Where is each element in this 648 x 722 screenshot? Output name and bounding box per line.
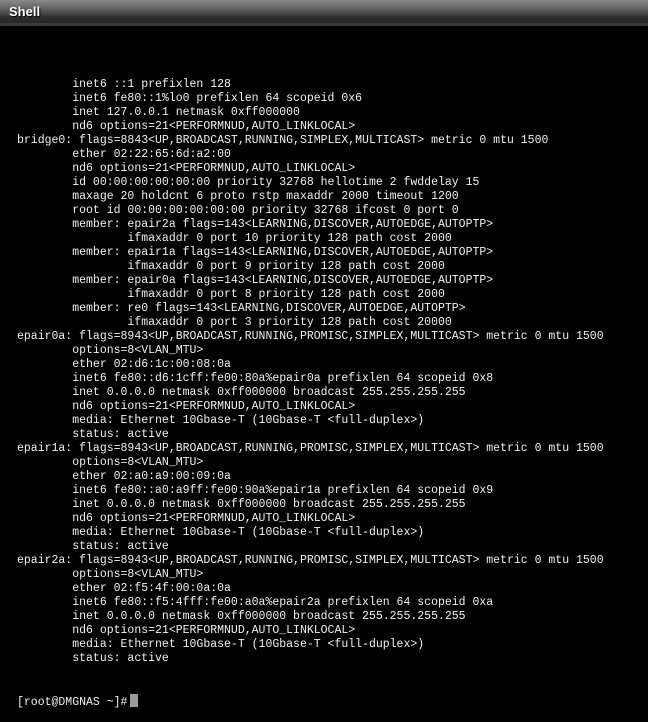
- terminal-line: inet6 fe80::a0:a9ff:fe00:90a%epair1a pre…: [17, 484, 494, 497]
- window-title: Shell: [9, 4, 41, 19]
- terminal-line: id 00:00:00:00:00:00 priority 32768 hell…: [17, 176, 480, 189]
- terminal-line: inet 0.0.0.0 netmask 0xff000000 broadcas…: [17, 386, 466, 399]
- terminal-line: nd6 options=21<PERFORMNUD,AUTO_LINKLOCAL…: [17, 162, 356, 175]
- terminal-line: status: active: [17, 428, 169, 441]
- terminal-line: inet6 fe80::1%lo0 prefixlen 64 scopeid 0…: [17, 92, 363, 105]
- shell-prompt: [root@DMGNAS ~]#: [17, 696, 128, 709]
- terminal-line: member: epair1a flags=143<LEARNING,DISCO…: [17, 246, 494, 259]
- terminal-line: options=8<VLAN_MTU>: [17, 568, 204, 581]
- terminal-line: inet6 fe80::d6:1cff:fe00:80a%epair0a pre…: [17, 372, 494, 385]
- terminal-line: maxage 20 holdcnt 6 proto rstp maxaddr 2…: [17, 190, 459, 203]
- cursor: [130, 694, 139, 707]
- terminal-line: epair0a: flags=8943<UP,BROADCAST,RUNNING…: [17, 330, 604, 343]
- terminal-line: inet6 fe80::f5:4fff:fe00:a0a%epair2a pre…: [17, 596, 494, 609]
- terminal-line: ether 02:d6:1c:00:08:0a: [17, 358, 231, 371]
- terminal-line: nd6 options=21<PERFORMNUD,AUTO_LINKLOCAL…: [17, 512, 356, 525]
- terminal-line: options=8<VLAN_MTU>: [17, 344, 204, 357]
- terminal-output[interactable]: inet6 ::1 prefixlen 128 inet6 fe80::1%lo…: [17, 50, 604, 722]
- terminal-line: bridge0: flags=8843<UP,BROADCAST,RUNNING…: [17, 134, 549, 147]
- terminal-line: inet 127.0.0.1 netmask 0xff000000: [17, 106, 300, 119]
- terminal-line: media: Ethernet 10Gbase-T (10Gbase-T <fu…: [17, 638, 425, 651]
- terminal-line: ether 02:22:65:6d:a2:00: [17, 148, 231, 161]
- terminal-line: ifmaxaddr 0 port 9 priority 128 path cos…: [17, 260, 445, 273]
- terminal-line: status: active: [17, 540, 169, 553]
- terminal-line: media: Ethernet 10Gbase-T (10Gbase-T <fu…: [17, 526, 425, 539]
- prompt-line[interactable]: [root@DMGNAS ~]#: [17, 694, 604, 709]
- terminal-line: member: epair2a flags=143<LEARNING,DISCO…: [17, 218, 494, 231]
- terminal-line: ether 02:a0:a9:00:09:0a: [17, 470, 231, 483]
- terminal-line: ifmaxaddr 0 port 3 priority 128 path cos…: [17, 316, 452, 329]
- window-titlebar: Shell: [0, 0, 648, 26]
- terminal-line: inet 0.0.0.0 netmask 0xff000000 broadcas…: [17, 610, 466, 623]
- terminal-line: epair1a: flags=8943<UP,BROADCAST,RUNNING…: [17, 442, 604, 455]
- terminal-line: root id 00:00:00:00:00:00 priority 32768…: [17, 204, 459, 217]
- terminal-lines: inet6 ::1 prefixlen 128 inet6 fe80::1%lo…: [17, 78, 604, 666]
- terminal-line: options=8<VLAN_MTU>: [17, 456, 204, 469]
- terminal-line: inet 0.0.0.0 netmask 0xff000000 broadcas…: [17, 498, 466, 511]
- terminal-line: inet6 ::1 prefixlen 128: [17, 78, 231, 91]
- terminal-line: ifmaxaddr 0 port 10 priority 128 path co…: [17, 232, 452, 245]
- terminal-line: epair2a: flags=8943<UP,BROADCAST,RUNNING…: [17, 554, 604, 567]
- terminal-line: member: epair0a flags=143<LEARNING,DISCO…: [17, 274, 494, 287]
- terminal-line: media: Ethernet 10Gbase-T (10Gbase-T <fu…: [17, 414, 425, 427]
- terminal-line: status: active: [17, 652, 169, 665]
- terminal-line: nd6 options=21<PERFORMNUD,AUTO_LINKLOCAL…: [17, 624, 356, 637]
- terminal-line: ifmaxaddr 0 port 8 priority 128 path cos…: [17, 288, 445, 301]
- terminal-line: nd6 options=21<PERFORMNUD,AUTO_LINKLOCAL…: [17, 120, 356, 133]
- terminal-line: member: re0 flags=143<LEARNING,DISCOVER,…: [17, 302, 466, 315]
- terminal-line: nd6 options=21<PERFORMNUD,AUTO_LINKLOCAL…: [17, 400, 356, 413]
- terminal-line: ether 02:f5:4f:00:0a:0a: [17, 582, 231, 595]
